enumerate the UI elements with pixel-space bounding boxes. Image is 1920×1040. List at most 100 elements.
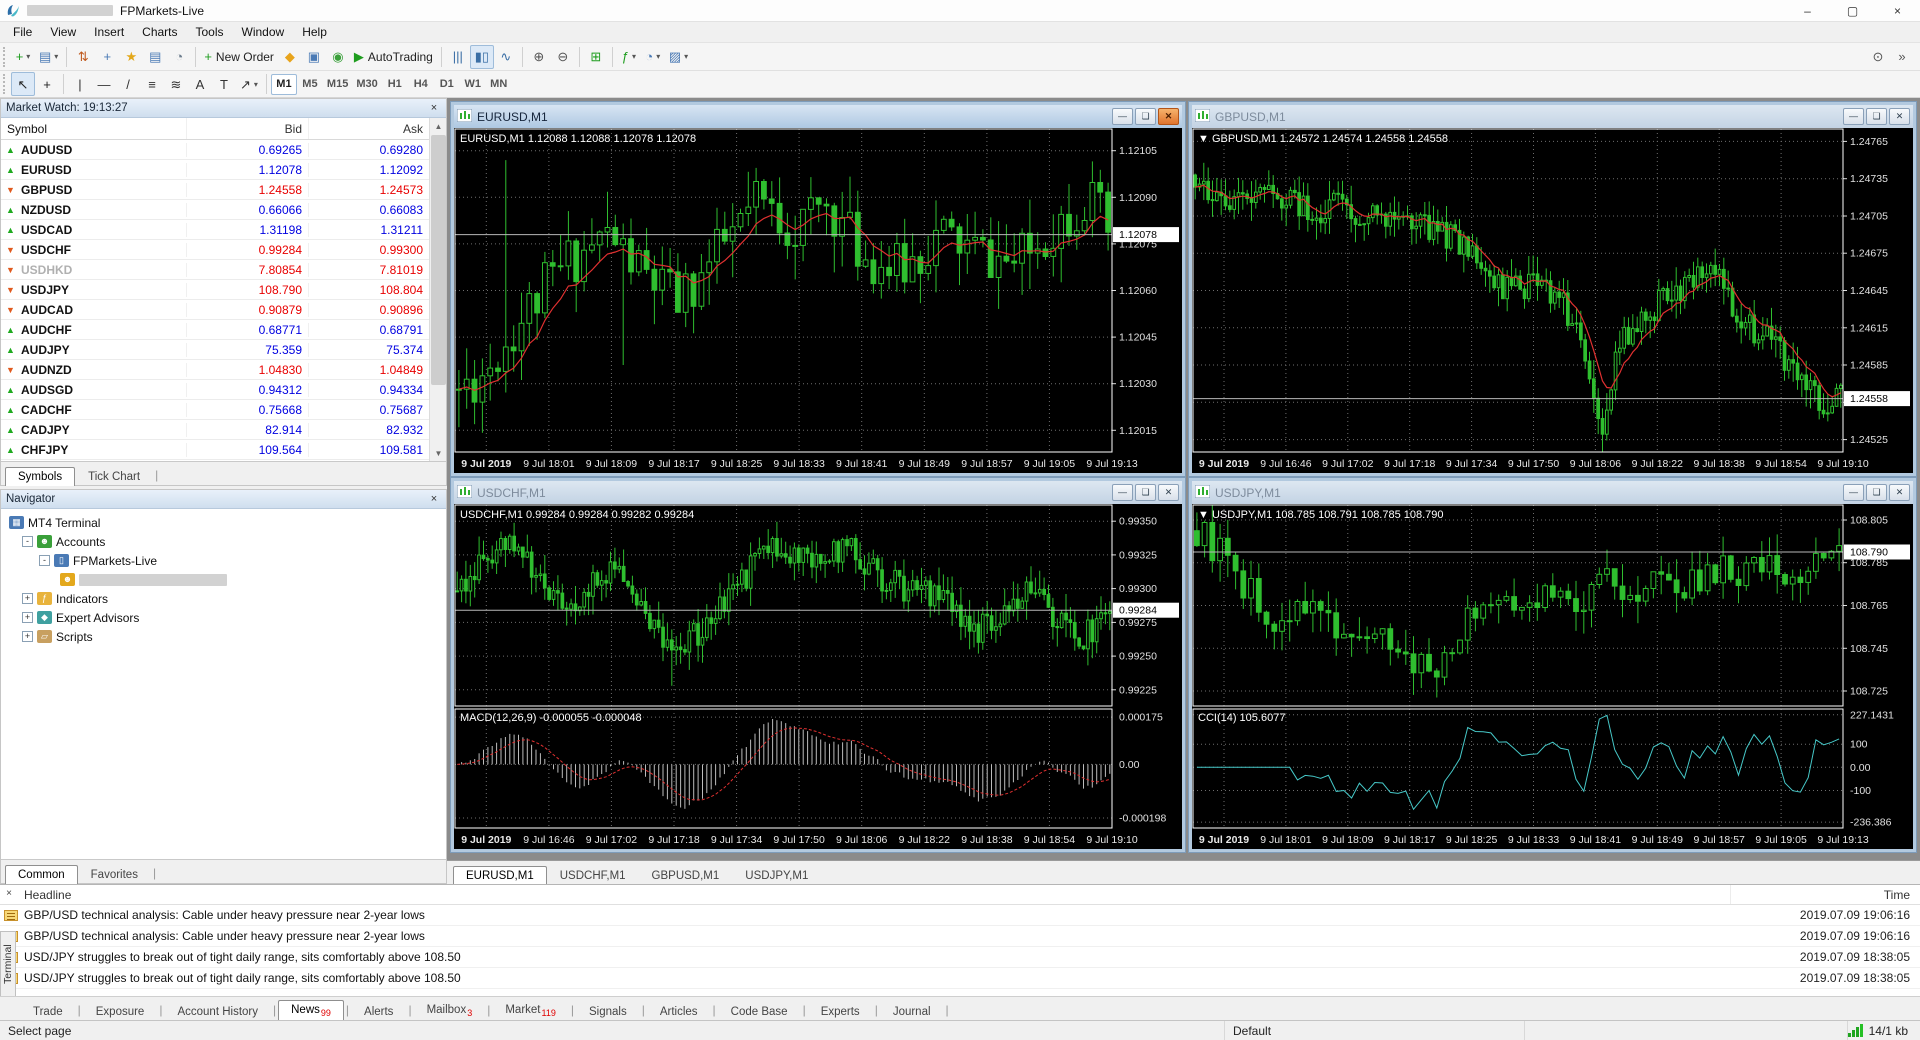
strategy-tester-toggle-button[interactable]: ◔ bbox=[167, 45, 191, 69]
new-order-button[interactable]: + New Order bbox=[200, 45, 278, 69]
expand-icon[interactable]: + bbox=[22, 593, 33, 604]
market-watch-row[interactable]: ▼ AUDNZD 1.04830 1.04849 bbox=[1, 360, 446, 380]
terminal-tab-news[interactable]: News99 bbox=[278, 999, 344, 1021]
bar-chart-mode-button[interactable]: ||| bbox=[446, 45, 470, 69]
tab-tick-chart[interactable]: Tick Chart bbox=[75, 467, 153, 486]
market-watch-row[interactable]: ▼ USDJPY 108.790 108.804 bbox=[1, 280, 446, 300]
market-watch-row[interactable]: ▲ CADJPY 82.914 82.932 bbox=[1, 420, 446, 440]
terminal-tab-market[interactable]: Market119 bbox=[492, 1000, 569, 1021]
terminal-tab-signals[interactable]: Signals bbox=[576, 1002, 640, 1021]
menu-window[interactable]: Window bbox=[233, 23, 294, 41]
terminal-tab-exposure[interactable]: Exposure bbox=[83, 1002, 158, 1021]
scroll-up-icon[interactable]: ▲ bbox=[430, 118, 446, 134]
chart-window-usdchf-m1[interactable]: USDCHF,M1 — ❏ ✕ 9 Jul 2019 9 Jul 16:46 9 Jul 1… bbox=[451, 478, 1185, 852]
horizontal-line-tool-button[interactable]: — bbox=[92, 72, 116, 96]
market-watch-row[interactable]: ▲ CADCHF 0.75668 0.75687 bbox=[1, 400, 446, 420]
status-profile[interactable]: Default bbox=[1225, 1021, 1525, 1040]
chart-restore-button[interactable]: ❏ bbox=[1866, 108, 1887, 125]
chart-restore-button[interactable]: ❏ bbox=[1866, 484, 1887, 501]
column-bid[interactable]: Bid bbox=[187, 118, 309, 139]
terminal-tab-trade[interactable]: Trade bbox=[20, 1002, 76, 1021]
timeframe-mn-button[interactable]: MN bbox=[486, 74, 512, 95]
collapse-icon[interactable]: - bbox=[39, 555, 50, 566]
chart-minimize-button[interactable]: — bbox=[1843, 108, 1864, 125]
timeframe-w1-button[interactable]: W1 bbox=[460, 74, 486, 95]
timeframe-m30-button[interactable]: M30 bbox=[352, 74, 381, 95]
terminal-toggle-button[interactable]: ▤ bbox=[143, 45, 167, 69]
equidistant-channel-tool-button[interactable]: ≡ bbox=[140, 72, 164, 96]
news-row[interactable]: GBP/USD technical analysis: Cable under … bbox=[0, 905, 1920, 926]
market-watch-scrollbar[interactable]: ▲ ▼ bbox=[429, 118, 446, 461]
zoom-out-button[interactable]: ⊖ bbox=[551, 45, 575, 69]
column-symbol[interactable]: Symbol bbox=[1, 118, 187, 139]
timeframe-m1-button[interactable]: M1 bbox=[270, 73, 297, 95]
market-watch-row[interactable]: ▲ AUDCHF 0.68771 0.68791 bbox=[1, 320, 446, 340]
column-headline[interactable]: Headline bbox=[0, 885, 1730, 904]
chart-tab-usdjpy-m1[interactable]: USDJPY,M1 bbox=[732, 866, 821, 884]
toolbar-overflow-button[interactable]: » bbox=[1890, 45, 1914, 69]
text-tool-button[interactable]: A bbox=[188, 72, 212, 96]
chart-minimize-button[interactable]: — bbox=[1112, 484, 1133, 501]
periods-button[interactable]: ◔ ▾ bbox=[641, 45, 665, 69]
chart-window-usdjpy-m1[interactable]: USDJPY,M1 — ❏ ✕ 9 Jul 2019 9 Jul 18:01 9 Jul 1… bbox=[1189, 478, 1916, 852]
expand-icon[interactable]: + bbox=[22, 631, 33, 642]
terminal-tab-account-history[interactable]: Account History bbox=[164, 1002, 271, 1021]
tree-item-account[interactable]: ☻ bbox=[5, 570, 446, 589]
collapse-icon[interactable]: - bbox=[22, 536, 33, 547]
market-watch-row[interactable]: ▲ EURUSD 1.12078 1.12092 bbox=[1, 160, 446, 180]
chart-titlebar[interactable]: GBPUSD,M1 — ❏ ✕ bbox=[1192, 105, 1913, 128]
candlestick-mode-button[interactable]: ▮▯ bbox=[469, 44, 494, 69]
market-watch-row[interactable]: ▼ USDHKD 7.80854 7.81019 bbox=[1, 260, 446, 280]
chart-tab-gbpusd-m1[interactable]: GBPUSD,M1 bbox=[639, 866, 733, 884]
chart-plot-gbpusd-m1[interactable]: 9 Jul 2019 9 Jul 16:46 9 Jul 17:02 9 Jul 17… bbox=[1192, 128, 1913, 473]
window-minimize-button[interactable]: – bbox=[1785, 0, 1830, 22]
trendline-tool-button[interactable]: / bbox=[116, 72, 140, 96]
indicators-button[interactable]: ƒ ▾ bbox=[617, 45, 641, 69]
search-button[interactable]: ⊙ bbox=[1866, 45, 1890, 69]
chart-client-area[interactable]: 9 Jul 2019 9 Jul 16:46 9 Jul 17:02 9 Jul 17… bbox=[454, 504, 1182, 849]
scrollbar-thumb[interactable] bbox=[431, 135, 446, 385]
metaeditor-button[interactable]: ◆ bbox=[278, 45, 302, 69]
chart-client-area[interactable]: 9 Jul 2019 9 Jul 16:46 9 Jul 17:02 9 Jul 17… bbox=[1192, 128, 1913, 473]
market-watch-toggle-button[interactable]: ⇅ bbox=[71, 45, 95, 69]
timeframe-h1-button[interactable]: H1 bbox=[382, 74, 408, 95]
chart-plot-usdchf-m1[interactable]: 9 Jul 2019 9 Jul 16:46 9 Jul 17:02 9 Jul 17… bbox=[454, 504, 1182, 849]
market-watch-close-icon[interactable]: × bbox=[427, 102, 441, 114]
chart-titlebar[interactable]: USDCHF,M1 — ❏ ✕ bbox=[454, 481, 1182, 504]
tab-favorites[interactable]: Favorites bbox=[78, 865, 151, 884]
profiles-button[interactable]: ▤ ▾ bbox=[35, 45, 62, 69]
market-watch-row[interactable]: ▼ GBPUSD 1.24558 1.24573 bbox=[1, 180, 446, 200]
tree-item-expert-advisors[interactable]: + ◆ Expert Advisors bbox=[5, 608, 446, 627]
cursor-tool-button[interactable]: ↖ bbox=[11, 72, 35, 96]
chart-close-button[interactable]: ✕ bbox=[1158, 484, 1179, 501]
market-watch-row[interactable]: ▲ AUDJPY 75.359 75.374 bbox=[1, 340, 446, 360]
market-watch-row[interactable]: ▲ AUDSGD 0.94312 0.94334 bbox=[1, 380, 446, 400]
tree-item-server[interactable]: - ▯ FPMarkets-Live bbox=[5, 551, 446, 570]
timeframe-h4-button[interactable]: H4 bbox=[408, 74, 434, 95]
broadcast-button[interactable]: ◉ bbox=[326, 45, 350, 69]
arrows-tool-dropdown-caret[interactable]: ▾ bbox=[254, 80, 258, 89]
terminal-tab-experts[interactable]: Experts bbox=[808, 1002, 873, 1021]
chart-plot-usdjpy-m1[interactable]: 9 Jul 2019 9 Jul 18:01 9 Jul 18:09 9 Jul 18… bbox=[1192, 504, 1913, 849]
terminal-tab-code-base[interactable]: Code Base bbox=[718, 1002, 801, 1021]
menu-tools[interactable]: Tools bbox=[187, 23, 233, 41]
line-chart-mode-button[interactable]: ∿ bbox=[494, 45, 518, 69]
menu-help[interactable]: Help bbox=[293, 23, 336, 41]
menu-file[interactable]: File bbox=[4, 23, 41, 41]
tile-windows-button[interactable]: ⊞ bbox=[584, 45, 608, 69]
chart-titlebar[interactable]: EURUSD,M1 — ❏ ✕ bbox=[454, 105, 1182, 128]
market-watch-row[interactable]: ▼ AUDCAD 0.90879 0.90896 bbox=[1, 300, 446, 320]
chart-tab-eurusd-m1[interactable]: EURUSD,M1 bbox=[453, 866, 547, 884]
tree-item-terminal[interactable]: ▦ MT4 Terminal bbox=[5, 513, 446, 532]
templates-dropdown-caret[interactable]: ▾ bbox=[684, 52, 688, 61]
terminal-close-icon[interactable]: × bbox=[2, 887, 16, 901]
window-close-button[interactable]: × bbox=[1875, 0, 1920, 22]
column-ask[interactable]: Ask bbox=[309, 118, 429, 139]
chart-restore-button[interactable]: ❏ bbox=[1135, 108, 1156, 125]
timeframe-m5-button[interactable]: M5 bbox=[297, 74, 323, 95]
menu-charts[interactable]: Charts bbox=[133, 23, 186, 41]
chart-close-button[interactable]: ✕ bbox=[1158, 108, 1179, 125]
market-watch-row[interactable]: ▼ USDCHF 0.99284 0.99300 bbox=[1, 240, 446, 260]
chart-close-button[interactable]: ✕ bbox=[1889, 108, 1910, 125]
timeframe-m15-button[interactable]: M15 bbox=[323, 74, 352, 95]
